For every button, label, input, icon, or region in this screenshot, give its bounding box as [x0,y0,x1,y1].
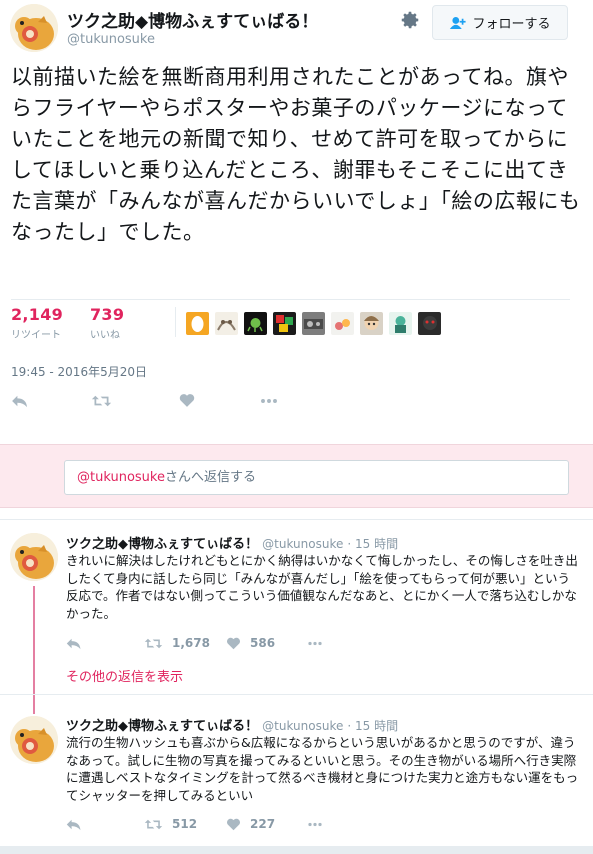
like-count-label: いいね [90,330,120,341]
reply-time[interactable]: · 15 時間 [347,537,398,551]
like-count: 586 [250,636,276,650]
avatar[interactable] [10,4,58,52]
liker-avatar[interactable] [215,312,238,335]
reply-icon [66,638,81,649]
liker-avatar[interactable] [418,312,441,335]
follow-user-icon [450,16,467,29]
show-more-replies-link[interactable]: その他の返信を表示 [66,666,183,685]
like-count[interactable]: 739 いいね [90,305,124,341]
follow-button[interactable]: フォローする [432,5,568,40]
follow-label: フォローする [472,17,551,32]
like-button[interactable]: 586 [226,636,306,650]
reply-author-handle: @tukunosuke [262,537,344,551]
divider [11,299,570,300]
heart-icon [227,637,240,649]
more-button[interactable] [259,398,279,404]
more-icon [308,822,322,826]
liker-avatar[interactable] [273,312,296,335]
reply-placeholder: さんへ返信する [164,470,256,485]
like-button[interactable] [179,393,259,408]
reply-icon [66,819,81,830]
liker-avatar[interactable] [186,312,209,335]
reply-time[interactable]: · 15 時間 [347,719,398,733]
like-button[interactable]: 227 [226,817,306,831]
tweet-text: 以前描いた絵を無断商用利用されたことがあってね。旗やらフライヤーやらポスターやお… [11,65,581,244]
reply-actions: 512 227 [66,817,324,831]
more-icon [308,641,322,645]
reply-author[interactable]: ツク之助◆博物ふぇすてぃばる！ @tukunosuke · 15 時間 [66,715,398,734]
stats-separator [175,307,176,337]
reply-text: 流行の生物ハッシュも喜ぶから&広報になるからという思いがあるかと思うのですが、違… [66,735,579,803]
reply-mention: @tukunosuke [77,470,165,485]
more-icon [261,398,277,403]
retweet-icon [144,638,163,648]
author-name[interactable]: ツク之助◆博物ふぇすてぃばる！ [67,7,318,32]
liker-avatar[interactable] [244,312,267,335]
reply-input[interactable]: @tukunosukeさんへ返信する [64,460,569,495]
more-button[interactable] [306,822,324,827]
reply-actions: 1,678 586 [66,636,324,650]
reply-author-name: ツク之助◆博物ふぇすてぃばる！ [66,719,259,734]
liker-avatars [186,312,447,335]
tweet-timestamp[interactable]: 19:45 - 2016年5月20日 [11,363,147,380]
reply-icon [12,395,27,407]
retweet-count-label: リツイート [11,330,61,341]
retweet-count[interactable]: 2,149 リツイート [11,305,63,341]
heart-icon [227,818,240,830]
retweet-button[interactable] [91,394,179,408]
retweet-count: 512 [172,817,198,831]
tweet-actions [11,393,279,408]
retweet-button[interactable]: 512 [144,817,226,831]
reply-compose-area: @tukunosukeさんへ返信する [0,444,593,508]
avatar[interactable] [10,533,58,581]
liker-avatar[interactable] [360,312,383,335]
divider [0,694,593,695]
liker-avatar[interactable] [389,312,412,335]
reply-button[interactable] [66,637,144,650]
reply-author-handle: @tukunosuke [262,719,344,733]
reply-author-name: ツク之助◆博物ふぇすてぃばる！ [66,537,259,552]
heart-icon [179,394,195,407]
avatar[interactable] [10,716,58,764]
bottom-divider [0,846,593,854]
reply-text: きれいに解決はしたけれどもとにかく納得はいかなくて悔しかったし、その悔しさを吐き… [66,553,578,621]
like-count: 227 [250,817,276,831]
liker-avatar[interactable] [302,312,325,335]
retweet-icon [144,819,163,829]
retweet-count: 1,678 [172,636,210,650]
retweet-count-value: 2,149 [11,305,64,324]
divider [0,519,593,520]
liker-avatar[interactable] [331,312,354,335]
retweet-icon [91,395,112,406]
retweet-button[interactable]: 1,678 [144,636,226,650]
reply-button[interactable] [11,394,91,408]
gear-icon[interactable] [399,9,421,31]
like-count-value: 739 [90,305,125,324]
reply-button[interactable] [66,818,144,831]
reply-author[interactable]: ツク之助◆博物ふぇすてぃばる！ @tukunosuke · 15 時間 [66,533,398,552]
more-button[interactable] [306,641,324,646]
author-handle[interactable]: @tukunosuke [67,32,155,47]
